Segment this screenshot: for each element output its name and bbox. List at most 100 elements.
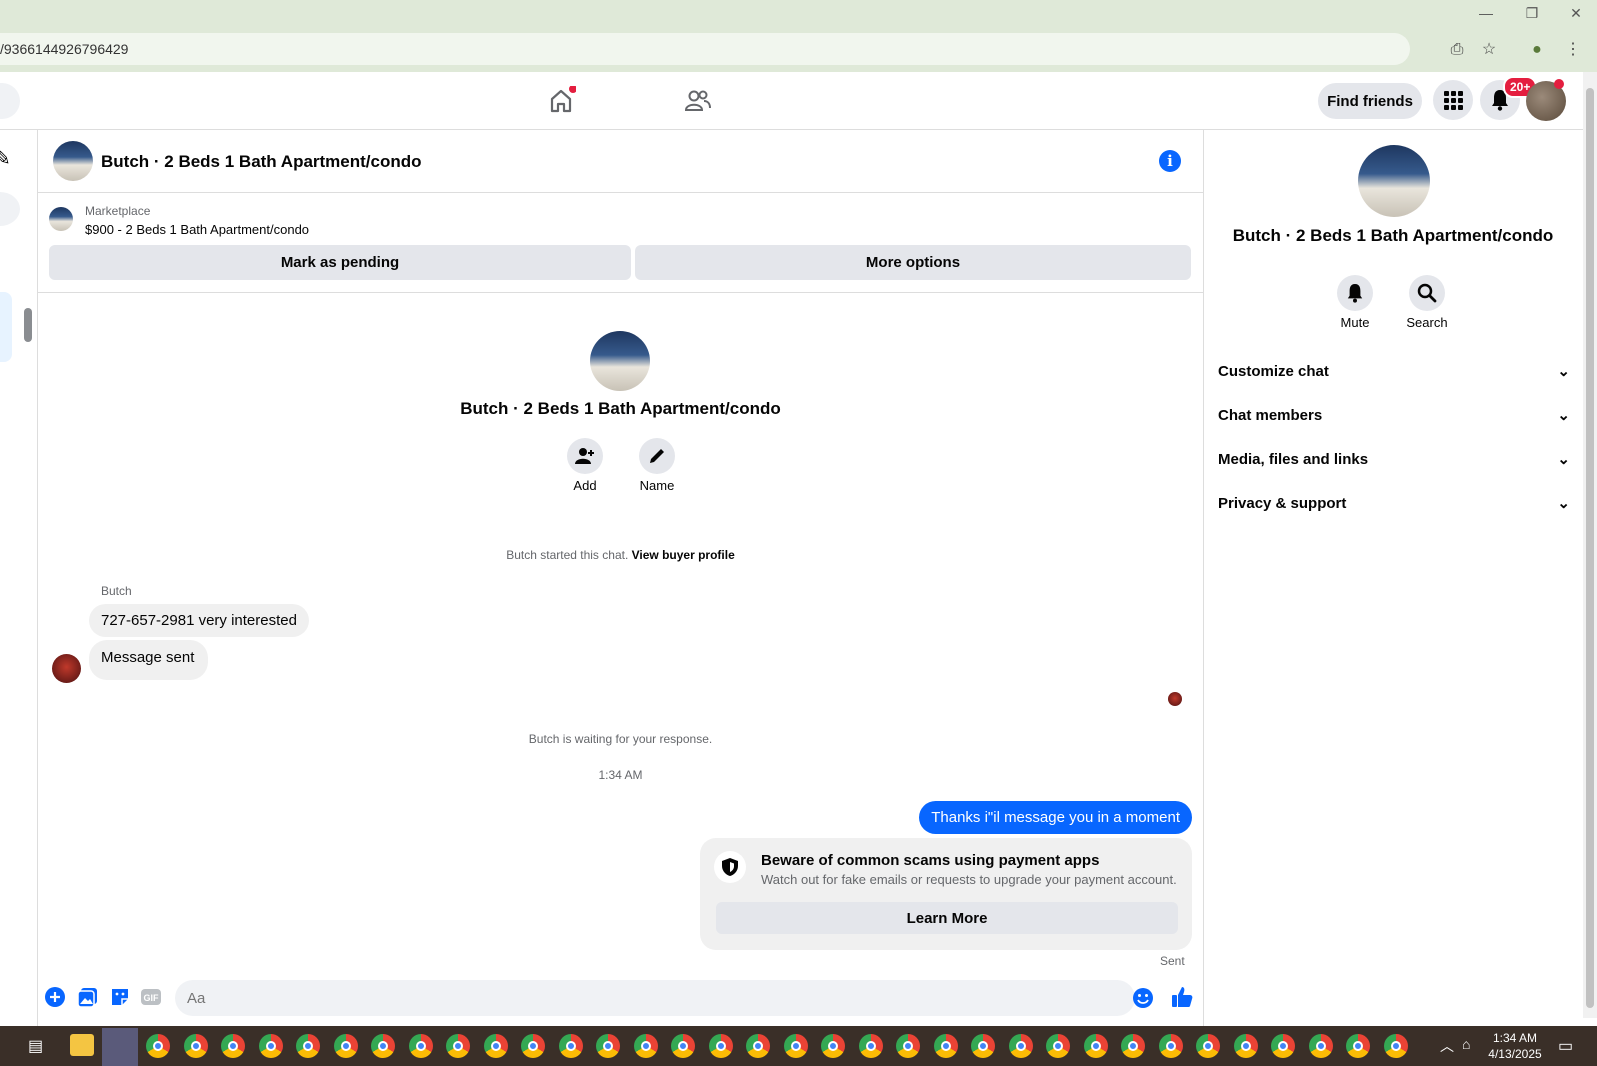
bookmark-star-icon[interactable]: ☆ xyxy=(1479,40,1499,60)
chrome-taskbar-icon[interactable] xyxy=(933,1034,958,1058)
chrome-taskbar-icon[interactable] xyxy=(446,1034,470,1058)
chrome-taskbar-icon[interactable] xyxy=(221,1034,245,1058)
chrome-taskbar-icon[interactable] xyxy=(783,1034,808,1058)
chrome-taskbar-icon[interactable] xyxy=(971,1034,995,1058)
more-options-button[interactable]: More options xyxy=(635,245,1191,280)
page-scrollbar-thumb[interactable] xyxy=(1586,88,1594,1008)
chrome-taskbar-icon[interactable] xyxy=(596,1034,620,1058)
chrome-taskbar-icon[interactable] xyxy=(1271,1034,1295,1058)
panel-profile-picture[interactable] xyxy=(1358,145,1430,217)
chrome-taskbar-icon[interactable] xyxy=(183,1034,208,1058)
mute-button[interactable] xyxy=(1337,275,1373,311)
chrome-taskbar-icon[interactable] xyxy=(1233,1034,1258,1058)
restore-icon[interactable]: ❐ xyxy=(1509,0,1555,26)
chrome-taskbar-icon[interactable] xyxy=(858,1034,883,1058)
search-button[interactable] xyxy=(1409,275,1445,311)
chrome-taskbar-icon[interactable] xyxy=(633,1034,658,1058)
chat-title[interactable]: Butch · 2 Beds 1 Bath Apartment/condo xyxy=(101,152,422,172)
home-icon[interactable] xyxy=(546,85,577,116)
chrome-center-icon xyxy=(490,1041,501,1051)
profile-icon[interactable]: ● xyxy=(1527,40,1547,60)
chrome-taskbar-icon[interactable] xyxy=(333,1034,358,1058)
chat-started-text: Butch started this chat. xyxy=(506,548,629,562)
chrome-taskbar-icon[interactable] xyxy=(1121,1034,1145,1058)
chrome-center-icon xyxy=(265,1041,276,1051)
chrome-taskbar-icon[interactable] xyxy=(258,1034,283,1058)
chat-list-strip xyxy=(0,130,38,1030)
sticker-icon[interactable] xyxy=(109,986,131,1008)
browser-menu-icon[interactable]: ⋮ xyxy=(1563,40,1583,60)
chrome-taskbar-icon[interactable] xyxy=(146,1034,170,1058)
chrome-taskbar-icon[interactable] xyxy=(521,1034,545,1058)
file-explorer-icon[interactable] xyxy=(70,1034,94,1056)
minimize-icon[interactable]: — xyxy=(1463,0,1509,26)
chrome-taskbar-icon[interactable] xyxy=(408,1034,433,1058)
incoming-message[interactable]: 727-657-2981 very interested xyxy=(89,604,309,637)
message-input[interactable] xyxy=(175,980,1135,1016)
chrome-taskbar-icon[interactable] xyxy=(708,1034,733,1058)
taskbar-clock[interactable]: 1:34 AM 4/13/2025 xyxy=(1486,1030,1544,1062)
chrome-taskbar-icon[interactable] xyxy=(1158,1034,1183,1058)
address-bar[interactable]: /9366144926796429 xyxy=(0,33,1410,65)
active-app-icon[interactable] xyxy=(102,1028,138,1066)
incoming-message[interactable]: Message sent xyxy=(89,640,209,680)
privacy-support-section[interactable]: Privacy & support ⌄ xyxy=(1218,483,1570,523)
chrome-center-icon xyxy=(753,1041,763,1051)
panel-chat-name: Butch · 2 Beds 1 Bath Apartment/condo xyxy=(1232,226,1554,245)
chrome-taskbar-icon[interactable] xyxy=(1008,1034,1033,1058)
listing-thumbnail[interactable] xyxy=(49,207,73,231)
edit-name-button[interactable] xyxy=(639,438,675,474)
chrome-taskbar-icon[interactable] xyxy=(821,1034,845,1058)
chrome-taskbar-icon[interactable] xyxy=(1046,1034,1070,1058)
chat-thumbnail[interactable] xyxy=(53,141,93,181)
friends-icon[interactable] xyxy=(683,86,713,116)
chrome-taskbar-icon[interactable] xyxy=(1308,1034,1333,1058)
chrome-taskbar-icon[interactable] xyxy=(671,1034,695,1058)
view-buyer-profile-link[interactable]: View buyer profile xyxy=(632,548,735,562)
info-icon[interactable]: i xyxy=(1159,150,1181,172)
chrome-center-icon xyxy=(1203,1041,1213,1051)
task-view-icon[interactable]: ▤ xyxy=(28,1036,43,1056)
plus-circle-icon[interactable] xyxy=(44,986,66,1008)
customize-chat-section[interactable]: Customize chat ⌄ xyxy=(1218,351,1570,391)
chat-list-scrollbar[interactable] xyxy=(24,308,32,342)
install-app-icon[interactable]: ⎙ xyxy=(1447,40,1467,60)
sender-avatar[interactable] xyxy=(52,654,81,683)
chat-profile-picture[interactable] xyxy=(590,331,650,391)
chrome-taskbar-icon[interactable] xyxy=(1083,1034,1108,1058)
chrome-taskbar-icon[interactable] xyxy=(296,1034,320,1058)
chrome-taskbar-icon[interactable] xyxy=(371,1034,395,1058)
chrome-taskbar-icon[interactable] xyxy=(483,1034,508,1058)
emoji-icon[interactable] xyxy=(1132,987,1154,1009)
chevron-down-icon: ⌄ xyxy=(1557,451,1570,468)
chat-list-item-active[interactable] xyxy=(0,292,12,362)
chrome-taskbar-icon[interactable] xyxy=(558,1034,583,1058)
notification-center-icon[interactable]: ▭ xyxy=(1558,1036,1573,1056)
learn-more-button[interactable]: Learn More xyxy=(716,902,1178,934)
chrome-taskbar-icon[interactable] xyxy=(896,1034,920,1058)
chrome-taskbar-icon[interactable] xyxy=(1346,1034,1370,1058)
chrome-center-icon xyxy=(340,1041,351,1051)
close-icon[interactable]: ✕ xyxy=(1553,0,1597,26)
chrome-center-icon xyxy=(940,1041,951,1051)
add-person-button[interactable] xyxy=(567,438,603,474)
tray-chevron-icon[interactable]: ︿ xyxy=(1440,1036,1454,1056)
photo-icon[interactable] xyxy=(77,986,99,1008)
chrome-taskbar-icon[interactable] xyxy=(746,1034,770,1058)
gif-icon[interactable]: GIF xyxy=(140,986,162,1008)
section-label: Privacy & support xyxy=(1218,494,1347,512)
compose-icon[interactable]: ✎ xyxy=(0,146,11,171)
chrome-center-icon xyxy=(415,1041,426,1051)
chrome-center-icon xyxy=(1390,1041,1401,1051)
chrome-taskbar-icon[interactable] xyxy=(1383,1034,1408,1058)
listing-title[interactable]: $900 - 2 Beds 1 Bath Apartment/condo xyxy=(85,222,309,237)
outgoing-message[interactable]: Thanks i"il message you in a moment xyxy=(919,801,1192,834)
mark-as-pending-button[interactable]: Mark as pending xyxy=(49,245,631,280)
thumbs-up-icon[interactable] xyxy=(1170,985,1193,1007)
menu-grid-icon[interactable] xyxy=(1433,80,1473,120)
network-icon[interactable]: ⌂ xyxy=(1462,1036,1470,1052)
media-files-links-section[interactable]: Media, files and links ⌄ xyxy=(1218,439,1570,479)
find-friends-button[interactable]: Find friends xyxy=(1318,83,1422,119)
chrome-taskbar-icon[interactable] xyxy=(1196,1034,1220,1058)
chat-members-section[interactable]: Chat members ⌄ xyxy=(1218,395,1570,435)
